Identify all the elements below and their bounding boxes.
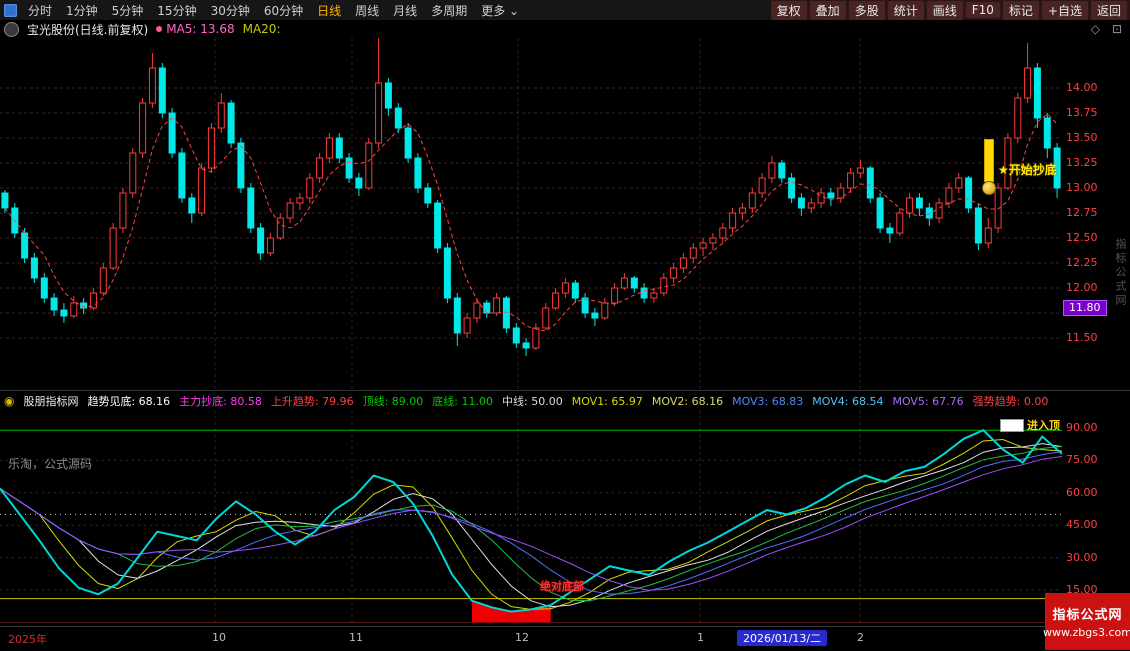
top-zone-flag: 进入顶 xyxy=(1000,417,1060,433)
period-tabs: 分时1分钟5分钟15分钟30分钟60分钟日线周线月线多周期更多 ⌄ xyxy=(0,2,526,19)
indicator-field: 趋势见底: 68.16 xyxy=(87,393,170,409)
price-axis-label: 14.00 xyxy=(1066,81,1120,95)
indicator-header: ◉ 股朋指标网 趋势见底: 68.16 主力抄底: 80.58 上升趋势: 79.9… xyxy=(0,390,1130,411)
stock-title: 宝光股份(日线.前复权) xyxy=(27,21,148,38)
indicator-field: MOV5: 67.76 xyxy=(892,395,963,408)
buy-signal-marker xyxy=(984,139,994,182)
toolbar-button[interactable]: 统计 xyxy=(888,1,924,20)
price-axis-label: 13.25 xyxy=(1066,156,1120,170)
indicator-axis-label: 60.00 xyxy=(1066,486,1120,500)
indicator-axis-label: 45.00 xyxy=(1066,518,1120,532)
period-tab[interactable]: 1分钟 xyxy=(59,2,105,19)
toolbar-button[interactable]: 画线 xyxy=(927,1,963,20)
period-tab[interactable]: 更多 ⌄ xyxy=(474,2,526,19)
bottom-zone-label: 绝对底部 xyxy=(540,578,584,594)
candlestick-chart[interactable]: 14.0013.7513.5013.2513.0012.7512.5012.25… xyxy=(0,38,1130,390)
period-tab[interactable]: 60分钟 xyxy=(257,2,310,19)
diamond-tool-icon[interactable]: ◇ xyxy=(1091,22,1100,36)
indicator-field: MOV3: 68.83 xyxy=(732,395,803,408)
indicator-panel[interactable]: 90.0075.0060.0045.0030.0015.00 绝对底部 进入顶 xyxy=(0,410,1130,626)
watermark-site-url: www.zbgs3.com xyxy=(1043,626,1130,639)
top-zone-label: 进入顶 xyxy=(1027,417,1060,433)
period-tab[interactable]: 多周期 xyxy=(424,2,474,19)
period-tab[interactable]: 月线 xyxy=(386,2,424,19)
period-tab[interactable]: 周线 xyxy=(348,2,386,19)
left-watermark: 乐淘，公式源码 xyxy=(8,455,92,472)
chart-tools: ◇ ⊡ xyxy=(1091,22,1122,36)
time-axis-label: 1 xyxy=(697,631,704,644)
ma5-value: MA5: 13.68 xyxy=(166,22,234,36)
toolbar-button[interactable]: 返回 xyxy=(1091,1,1127,20)
time-axis-label: 10 xyxy=(212,631,226,644)
period-tab[interactable]: 30分钟 xyxy=(204,2,257,19)
indicator-field: 底线: 11.00 xyxy=(432,393,493,409)
time-axis-label[interactable]: 2026/01/13/二 xyxy=(737,630,827,646)
period-tab[interactable]: 日线 xyxy=(310,2,348,19)
toolbar-button[interactable]: 叠加 xyxy=(810,1,846,20)
panel-layout-icon[interactable]: ⊡ xyxy=(1112,22,1122,36)
stock-logo-icon xyxy=(4,22,19,37)
watermark-site-name: 指标公式网 xyxy=(1052,604,1122,623)
price-axis-label: 13.50 xyxy=(1066,131,1120,145)
toolbar-actions: 复权叠加多股统计画线F10标记+自选返回 xyxy=(771,0,1130,20)
indicator-field: MOV2: 68.16 xyxy=(652,395,723,408)
indicator-field: MOV4: 68.54 xyxy=(812,395,883,408)
time-axis[interactable]: 2025年 10 11 12 1 2026/01/13/二 2 xyxy=(0,626,1130,651)
indicator-field: 中线: 50.00 xyxy=(502,393,563,409)
toolbar-button[interactable]: 复权 xyxy=(771,1,807,20)
indicator-source-icon: ◉ xyxy=(4,394,14,408)
toolbar-button[interactable]: F10 xyxy=(966,2,1000,18)
price-axis-label: 13.00 xyxy=(1066,181,1120,195)
toolbar-button[interactable]: 多股 xyxy=(849,1,885,20)
ma20-value: MA20: xyxy=(243,22,281,36)
indicator-source: 股朋指标网 xyxy=(23,393,78,409)
time-axis-label: 2025年 xyxy=(8,631,47,647)
toolbar-button[interactable]: +自选 xyxy=(1042,1,1088,20)
price-axis-label: 12.75 xyxy=(1066,206,1120,220)
trading-app: 分时1分钟5分钟15分钟30分钟60分钟日线周线月线多周期更多 ⌄ 复权叠加多股… xyxy=(0,0,1130,650)
price-axis-label: 13.75 xyxy=(1066,106,1120,120)
price-axis-label: 11.50 xyxy=(1066,331,1120,345)
indicator-axis-label: 90.00 xyxy=(1066,421,1120,435)
time-axis-label: 2 xyxy=(857,631,864,644)
toolbar-button[interactable]: 标记 xyxy=(1003,1,1039,20)
watermark-badge: 指标公式网 www.zbgs3.com xyxy=(1045,593,1130,650)
coin-icon xyxy=(982,181,996,195)
current-price-badge: 11.80 xyxy=(1063,300,1107,316)
indicator-field: 主力抄底: 80.58 xyxy=(179,393,262,409)
indicator-field: MOV1: 65.97 xyxy=(572,395,643,408)
top-flag-icon xyxy=(1000,419,1024,432)
topbar: 分时1分钟5分钟15分钟30分钟60分钟日线周线月线多周期更多 ⌄ 复权叠加多股… xyxy=(0,0,1130,21)
period-tab[interactable]: 15分钟 xyxy=(150,2,203,19)
indicator-field: 顶线: 89.00 xyxy=(363,393,424,409)
indicator-axis-label: 30.00 xyxy=(1066,551,1120,565)
right-watermark: 指标公式网 xyxy=(1112,238,1128,308)
indicator-axis-label: 75.00 xyxy=(1066,453,1120,467)
candles-canvas[interactable] xyxy=(0,38,1062,390)
time-axis-label: 11 xyxy=(349,631,363,644)
buy-signal-label: ★开始抄底 xyxy=(998,161,1057,178)
ma5-dot-icon xyxy=(156,26,162,32)
period-tab[interactable]: 5分钟 xyxy=(105,2,151,19)
period-tab[interactable]: 分时 xyxy=(21,2,59,19)
time-axis-label: 12 xyxy=(515,631,529,644)
indicator-field: 上升趋势: 79.96 xyxy=(271,393,354,409)
indicator-field: 强势趋势: 0.00 xyxy=(973,393,1049,409)
indicator-canvas[interactable] xyxy=(0,410,1062,626)
app-icon[interactable] xyxy=(4,4,17,17)
chart-title-bar: 宝光股份(日线.前复权) MA5: 13.68 MA20: ◇ ⊡ xyxy=(0,20,1130,38)
